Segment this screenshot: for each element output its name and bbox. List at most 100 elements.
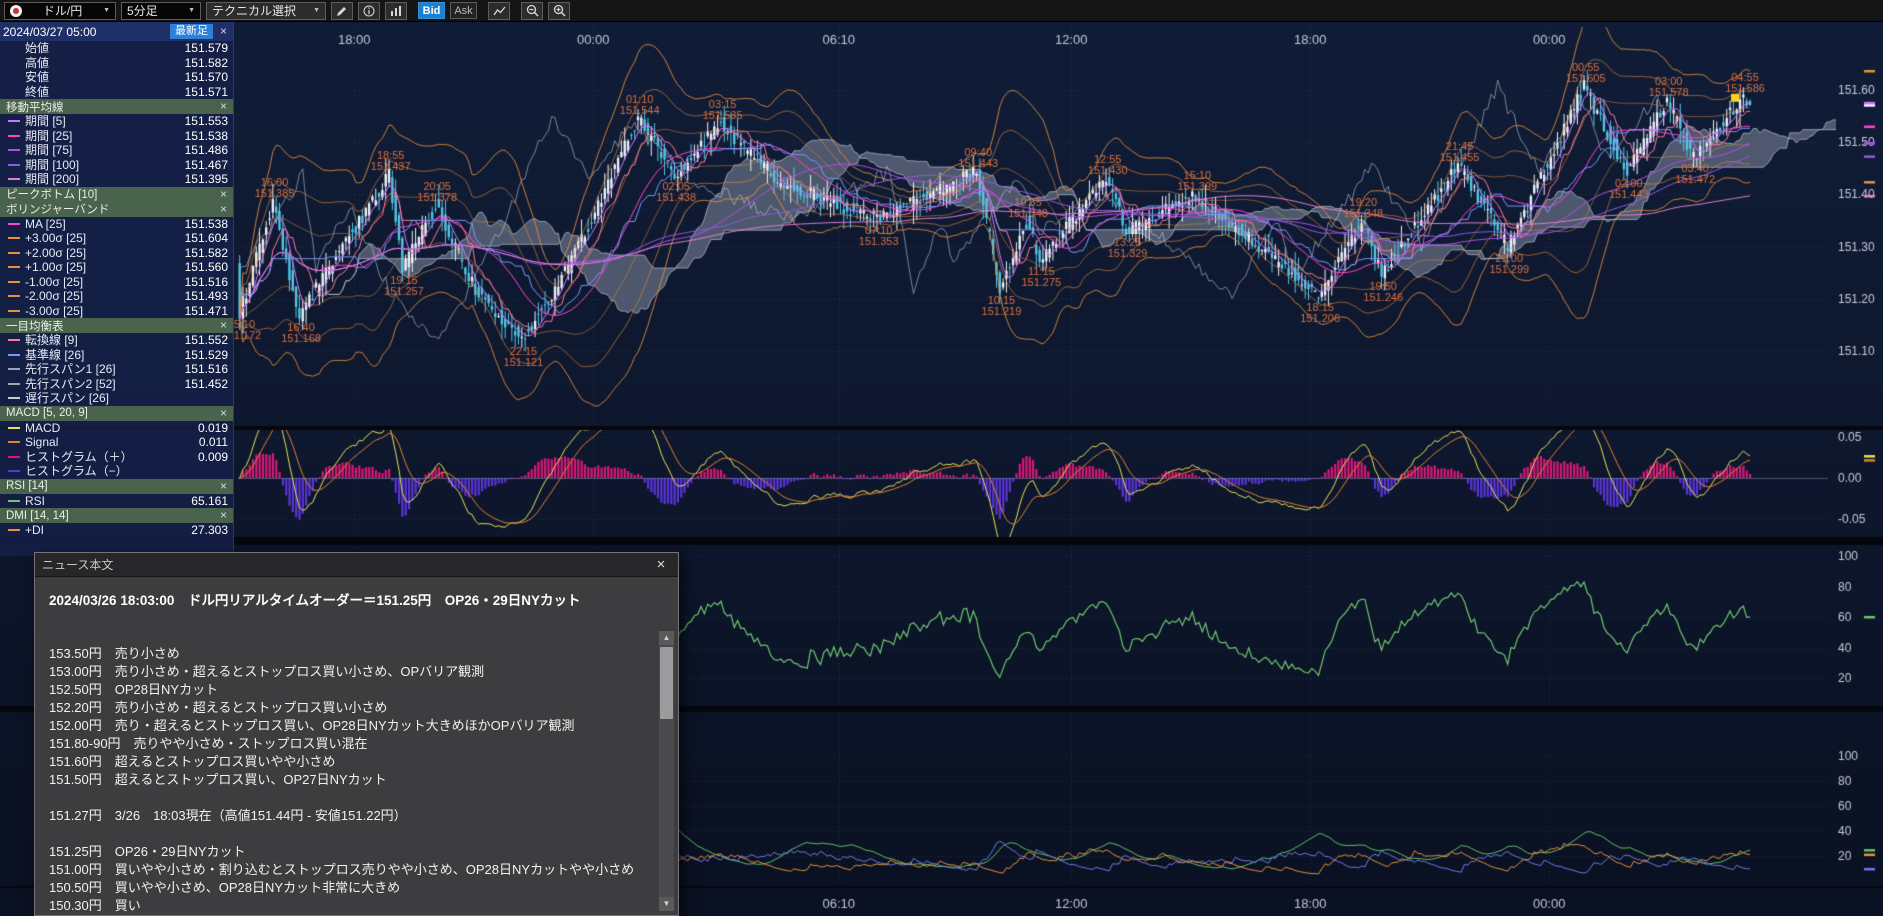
line-color-swatch (8, 368, 20, 370)
indicator-row: +DI27.303 (0, 523, 233, 538)
indicator-row: 基準線 [26]151.529 (0, 348, 233, 363)
indicator-row: 始値151.579 (0, 41, 233, 56)
panel-header: 2024/03/27 05:00最新足× (0, 22, 233, 41)
indicator-row: 期間 [200]151.395 (0, 172, 233, 187)
line-color-swatch (8, 427, 20, 429)
line-color-swatch (8, 441, 20, 443)
indicator-label: 基準線 [26] (25, 348, 180, 362)
news-line: 151.00円 買いやや小さめ・割り込むとストップロス売りやや小さめ、OP28日… (49, 861, 650, 879)
section-title: DMI [14, 14] (6, 510, 217, 522)
indicator-row: 期間 [25]151.538 (0, 129, 233, 144)
indicator-label: ヒストグラム（−） (25, 464, 223, 478)
indicator-row: -1.00σ [25]151.516 (0, 275, 233, 290)
news-line: 151.80-90円 売りやや小さめ・ストップロス買い混在 (49, 735, 650, 753)
indicator-value: 0.019 (198, 421, 228, 435)
zoom-out-icon (526, 4, 539, 17)
line-color-swatch (8, 339, 20, 341)
zoom-out-button[interactable] (521, 2, 543, 20)
indicator-label: +1.00σ [25] (25, 260, 180, 274)
close-icon[interactable]: × (217, 100, 230, 113)
indicator-value: 151.516 (185, 362, 228, 376)
indicator-section-header: 移動平均線× (0, 99, 233, 114)
indicator-section-header: RSI [14]× (0, 479, 233, 494)
line-color-swatch (8, 252, 20, 254)
indicator-label: 期間 [200] (25, 172, 180, 186)
close-icon[interactable]: × (217, 480, 230, 493)
close-icon[interactable]: × (217, 407, 230, 420)
section-title: 移動平均線 (6, 99, 217, 115)
indicator-value: 151.582 (185, 56, 228, 70)
indicator-label: +2.00σ [25] (25, 246, 180, 260)
indicator-value: 151.553 (185, 114, 228, 128)
indicator-row: 遅行スパン [26] (0, 391, 233, 406)
ask-button[interactable]: Ask (450, 2, 477, 19)
indicator-value: 151.560 (185, 260, 228, 274)
news-line: 152.20円 売り小さめ・超えるとストップロス買い小さめ (49, 699, 650, 717)
indicator-row: 期間 [100]151.467 (0, 158, 233, 173)
news-scrollbar[interactable]: ▲ ▼ (659, 631, 674, 911)
indicator-value: 151.486 (185, 143, 228, 157)
indicator-section-header: 一目均衡表× (0, 318, 233, 333)
line-color-swatch (8, 397, 20, 399)
indicator-label: 遅行スパン [26] (25, 391, 223, 405)
timeframe-label: 5分足 (127, 2, 158, 19)
bar-chart-icon (390, 5, 402, 17)
line-color-swatch (8, 223, 20, 225)
indicator-row: 転換線 [9]151.552 (0, 333, 233, 348)
info-button[interactable] (358, 2, 380, 20)
currency-pair-select[interactable]: ドル/円 ▼ (4, 2, 116, 20)
section-title: ボリンジャーバンド (6, 201, 217, 217)
indicator-section-header: ピークボトム [10]× (0, 187, 233, 202)
news-window-titlebar[interactable]: ニュース本文 × (35, 553, 678, 577)
scroll-down-icon[interactable]: ▼ (659, 897, 674, 911)
indicator-value: 27.303 (191, 523, 228, 537)
close-icon[interactable]: × (217, 25, 230, 38)
scroll-up-icon[interactable]: ▲ (659, 631, 674, 645)
section-title: RSI [14] (6, 480, 217, 492)
draw-tool-button[interactable] (331, 2, 353, 20)
indicator-value: 0.009 (198, 450, 228, 464)
indicator-row: MA [25]151.538 (0, 217, 233, 232)
news-line: 150.30円 買い (49, 897, 650, 913)
line-color-swatch (8, 383, 20, 385)
technical-select-button[interactable]: テクニカル選択 ▼ (206, 2, 326, 20)
line-color-swatch (8, 281, 20, 283)
line-color-swatch (8, 164, 20, 166)
indicator-label: 終値 (25, 85, 180, 99)
timeframe-select[interactable]: 5分足 ▼ (121, 2, 201, 20)
toolbar: ドル/円 ▼ 5分足 ▼ テクニカル選択 ▼ Bid Ask (0, 0, 1883, 22)
zoom-in-button[interactable] (548, 2, 570, 20)
section-title: 一目均衡表 (6, 318, 217, 334)
news-window[interactable]: ニュース本文 × 2024/03/26 18:03:00 ドル円リアルタイムオー… (34, 552, 679, 916)
scrollbar-track[interactable] (659, 645, 674, 897)
indicator-value: 151.582 (185, 246, 228, 260)
indicator-value: 151.452 (185, 377, 228, 391)
indicator-label: 転換線 [9] (25, 333, 180, 347)
line-color-swatch (8, 456, 20, 458)
section-title: MACD [5, 20, 9] (6, 407, 217, 419)
line-color-swatch (8, 470, 20, 472)
technical-select-label: テクニカル選択 (212, 2, 296, 19)
indicator-value: 151.538 (185, 129, 228, 143)
close-icon[interactable]: × (217, 188, 230, 201)
indicator-label: 先行スパン1 [26] (25, 362, 180, 376)
close-icon[interactable]: × (217, 319, 230, 332)
close-icon[interactable]: × (217, 203, 230, 216)
chart-type-button[interactable] (385, 2, 407, 20)
scrollbar-thumb[interactable] (660, 647, 673, 719)
bid-button[interactable]: Bid (418, 2, 445, 19)
indicator-section-header: ボリンジャーバンド× (0, 202, 233, 217)
indicator-row: +2.00σ [25] 151.582 (0, 246, 233, 261)
indicator-row: 先行スパン2 [52]151.452 (0, 377, 233, 392)
indicator-row: 期間 [5]151.553 (0, 114, 233, 129)
news-line (49, 825, 650, 843)
indicator-value: 65.161 (191, 494, 228, 508)
indicator-label: MA [25] (25, 217, 180, 231)
close-icon[interactable]: × (651, 557, 671, 573)
line-chart-button[interactable] (488, 2, 510, 20)
news-line: 151.27円 3/26 18:03現在（高値151.44円 - 安値151.2… (49, 807, 650, 825)
indicator-label: 高値 (25, 56, 180, 70)
indicator-value: 151.579 (185, 41, 228, 55)
close-icon[interactable]: × (217, 509, 230, 522)
indicator-value-panel: 2024/03/27 05:00最新足×始値151.579高値151.582安値… (0, 22, 234, 556)
